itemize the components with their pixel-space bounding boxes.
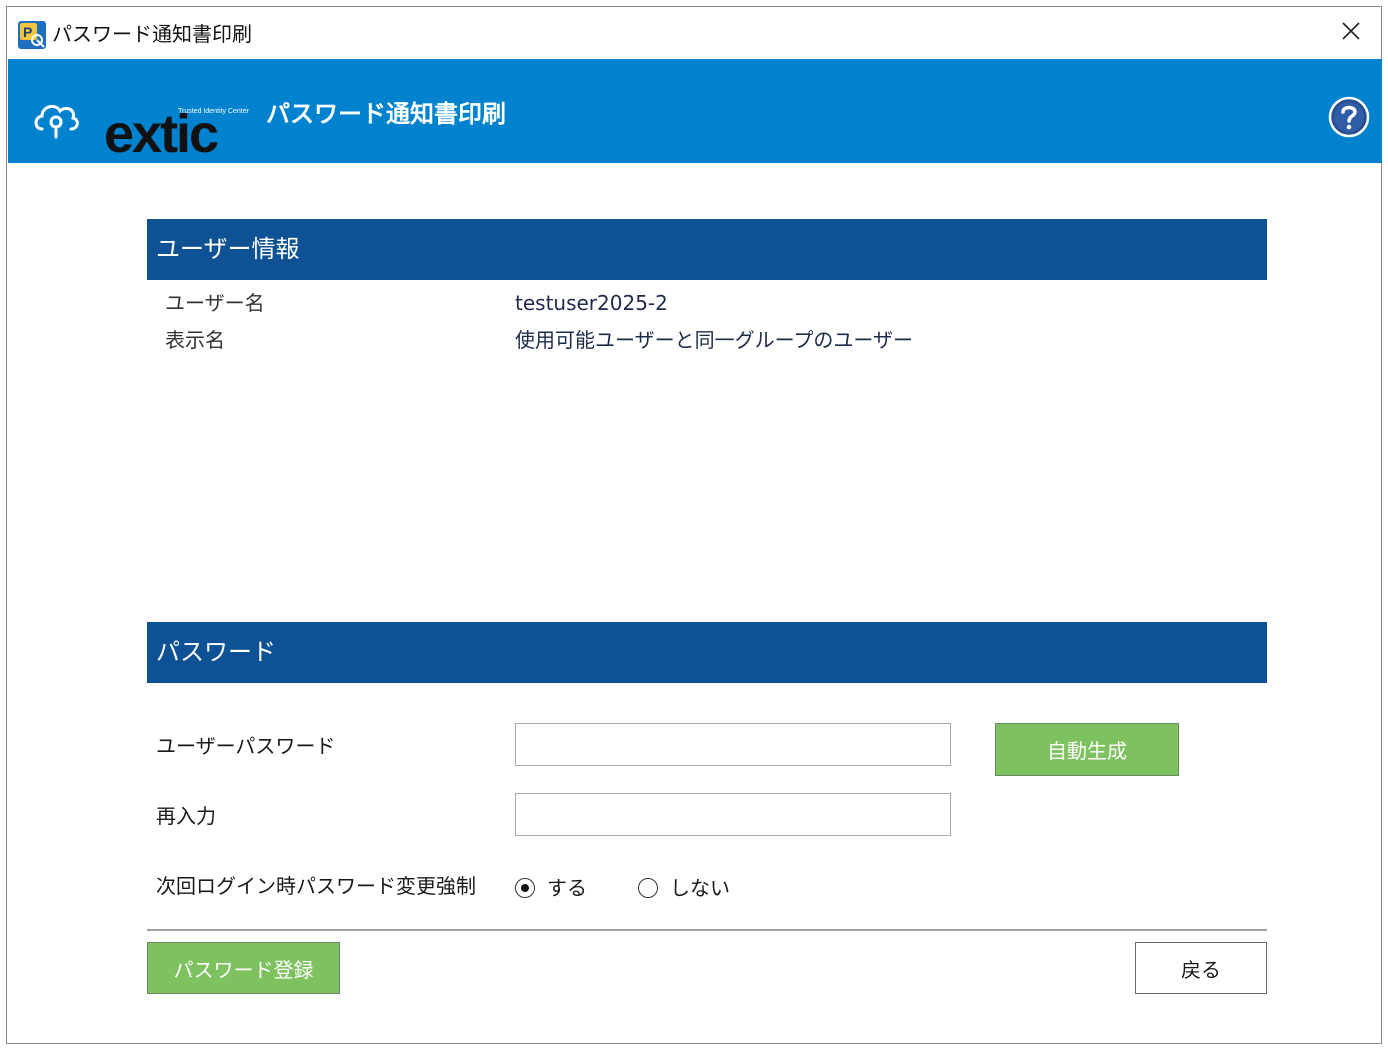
radio-checked-icon bbox=[515, 878, 535, 898]
help-icon bbox=[1328, 96, 1370, 142]
window-title: パスワード通知書印刷 bbox=[52, 22, 252, 46]
help-button[interactable] bbox=[1328, 96, 1370, 138]
reenter-password-input[interactable] bbox=[515, 793, 951, 836]
close-icon bbox=[1342, 22, 1360, 44]
cloud-key-icon bbox=[32, 97, 80, 143]
display-name-label: 表示名 bbox=[165, 328, 225, 352]
register-password-button[interactable]: パスワード登録 bbox=[147, 942, 340, 994]
app-header: extic Trusted Identity Center パスワード通知書印刷 bbox=[8, 59, 1382, 163]
logo-tagline: Trusted Identity Center bbox=[178, 108, 249, 115]
radio-unchecked-icon bbox=[638, 878, 658, 898]
username-label: ユーザー名 bbox=[165, 291, 265, 315]
extic-logo: extic Trusted Identity Center bbox=[32, 81, 249, 161]
auto-generate-button[interactable]: 自動生成 bbox=[995, 723, 1179, 776]
back-button[interactable]: 戻る bbox=[1135, 942, 1267, 994]
svg-text:P: P bbox=[23, 24, 32, 40]
force-change-yes-radio[interactable]: する bbox=[515, 875, 587, 901]
password-section-header: パスワード bbox=[147, 622, 1267, 683]
username-value: testuser2025-2 bbox=[515, 291, 668, 315]
user-password-label: ユーザーパスワード bbox=[156, 734, 336, 758]
dialog-window: P パスワード通知書印刷 extic Trusted Identity Cent… bbox=[6, 6, 1382, 1044]
logo-wordmark: extic bbox=[104, 104, 219, 164]
user-password-input[interactable] bbox=[515, 723, 951, 766]
force-change-label: 次回ログイン時パスワード変更強制 bbox=[156, 874, 476, 898]
force-change-no-radio[interactable]: しない bbox=[638, 875, 730, 901]
title-bar: P パスワード通知書印刷 bbox=[7, 7, 1381, 59]
reenter-label: 再入力 bbox=[156, 804, 216, 828]
footer-divider bbox=[147, 929, 1267, 931]
user-info-section-header: ユーザー情報 bbox=[147, 219, 1267, 280]
force-change-no-label: しない bbox=[670, 876, 730, 900]
password-app-icon: P bbox=[18, 21, 46, 49]
page-title: パスワード通知書印刷 bbox=[266, 100, 506, 128]
force-change-yes-label: する bbox=[547, 876, 587, 900]
close-button[interactable] bbox=[1333, 17, 1369, 49]
display-name-value: 使用可能ユーザーと同一グループのユーザー bbox=[515, 328, 913, 352]
